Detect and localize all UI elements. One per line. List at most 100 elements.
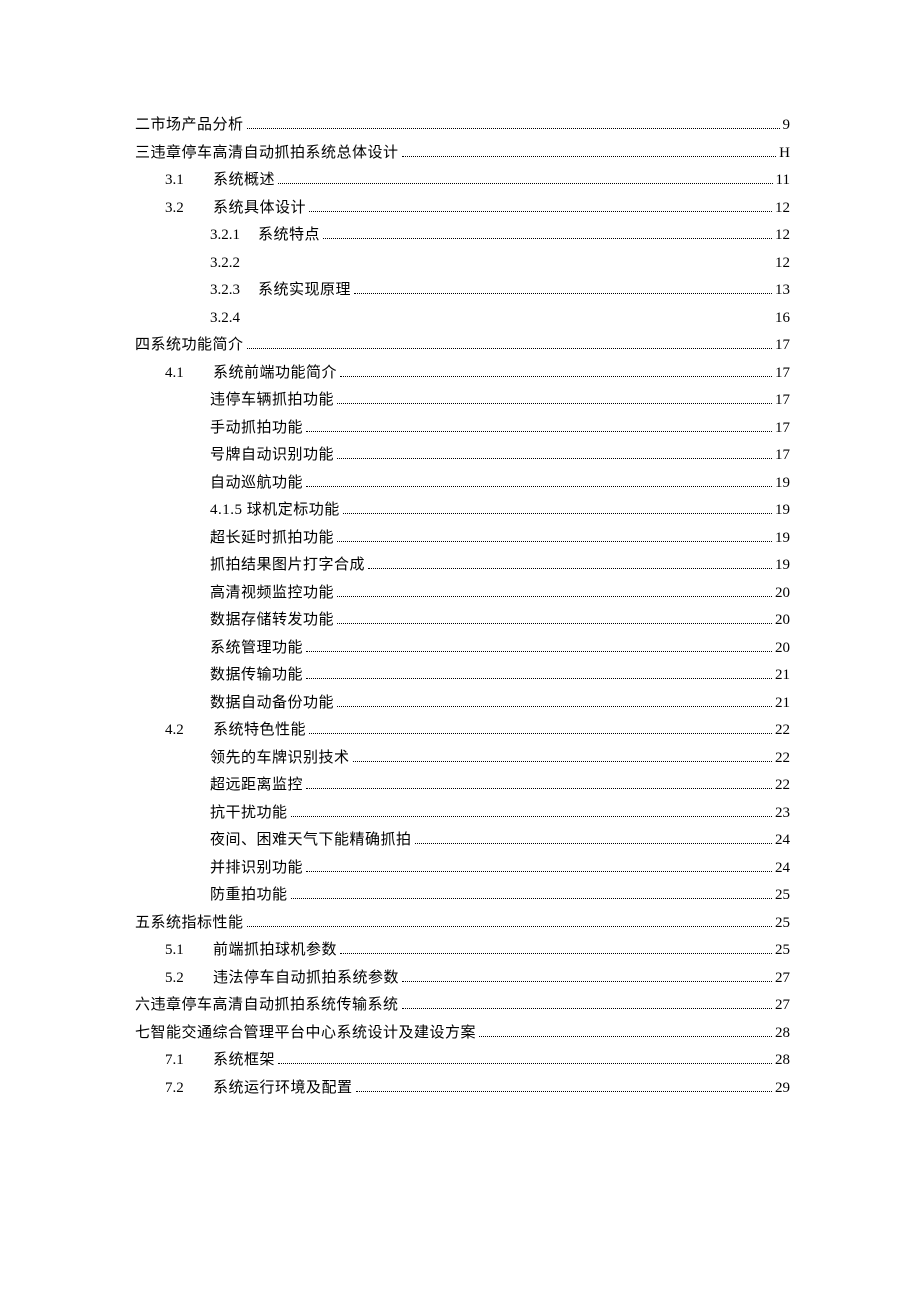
toc-entry[interactable]: 三违章停车高清自动抓拍系统总体设计H [135, 146, 790, 161]
toc-entry-page: 27 [775, 971, 790, 986]
toc-leader-dots [337, 596, 772, 597]
toc-entry-title: 4.1.5 球机定标功能 [210, 503, 340, 518]
toc-entry-page: 20 [775, 641, 790, 656]
toc-entry-page: 17 [775, 366, 790, 381]
toc-entry-title: 抗干扰功能 [210, 806, 288, 821]
toc-entry-page: 25 [775, 943, 790, 958]
toc-entry[interactable]: 3.2.1系统特点12 [135, 228, 790, 243]
toc-entry-page: 13 [775, 283, 790, 298]
toc-entry[interactable]: 违停车辆抓拍功能 17 [135, 393, 790, 408]
toc-entry-page: 19 [775, 531, 790, 546]
toc-entry-page: 17 [775, 393, 790, 408]
toc-entry-number: 3.2.2 [210, 256, 258, 271]
toc-entry-number: 3.1 [165, 173, 213, 188]
toc-entry[interactable]: 5.2违法停车自动抓拍系统参数27 [135, 971, 790, 986]
toc-entry[interactable]: 自动巡航功能19 [135, 476, 790, 491]
toc-entry-title: 数据自动备份功能 [210, 696, 334, 711]
toc-entry[interactable]: 抗干扰功能23 [135, 806, 790, 821]
toc-leader-dots [278, 183, 773, 184]
toc-leader-dots [306, 651, 772, 652]
toc-entry[interactable]: 4.1系统前端功能简介17 [135, 366, 790, 381]
toc-entry-number: 3.2.1 [210, 228, 258, 243]
toc-entry-number: 3.2.4 [210, 311, 258, 326]
toc-entry[interactable]: 数据自动备份功能 21 [135, 696, 790, 711]
toc-leader-dots [247, 128, 780, 129]
toc-entry-page: 22 [775, 751, 790, 766]
toc-entry[interactable]: 4.2系统特色性能22 [135, 723, 790, 738]
toc-leader-dots [415, 843, 772, 844]
toc-entry-number: 4.1 [165, 366, 213, 381]
toc-entry-title: 夜间、困难天气下能精确抓拍 [210, 833, 412, 848]
toc-entry-number: 3.2.3 [210, 283, 258, 298]
toc-entry[interactable]: 超远距离监控22 [135, 778, 790, 793]
toc-leader-dots [309, 211, 772, 212]
toc-entry[interactable]: 手动抓拍功能17 [135, 421, 790, 436]
toc-entry-title: 领先的车牌识别技术 [210, 751, 350, 766]
toc-entry-number: 4.2 [165, 723, 213, 738]
toc-entry[interactable]: 夜间、困难天气下能精确抓拍24 [135, 833, 790, 848]
toc-entry[interactable]: 4.1.5 球机定标功能19 [135, 503, 790, 518]
toc-leader-dots [337, 706, 772, 707]
toc-entry[interactable]: 5.1前端抓拍球机参数25 [135, 943, 790, 958]
toc-entry-page: 24 [775, 861, 790, 876]
toc-entry[interactable]: 数据传输功能21 [135, 668, 790, 683]
toc-entry-title: 系统实现原理 [258, 283, 351, 298]
toc-entry[interactable]: 二市场产品分析9 [135, 118, 790, 133]
toc-entry[interactable]: 7.2系统运行环境及配置29 [135, 1081, 790, 1096]
toc-entry-page: 27 [775, 998, 790, 1013]
toc-entry-page: 19 [775, 476, 790, 491]
toc-entry-title: 违法停车自动抓拍系统参数 [213, 971, 399, 986]
toc-entry-title: 防重拍功能 [210, 888, 288, 903]
toc-leader-dots [402, 1008, 772, 1009]
toc-entry-title: 违停车辆抓拍功能 [210, 393, 334, 408]
toc-entry[interactable]: 高清视频监控功能20 [135, 586, 790, 601]
toc-entry-page: 12 [775, 201, 790, 216]
toc-leader-dots [291, 898, 772, 899]
toc-entry-title: 手动抓拍功能 [210, 421, 303, 436]
toc-entry-number: 7.1 [165, 1053, 213, 1068]
toc-leader-dots [479, 1036, 772, 1037]
toc-leader-dots [337, 458, 772, 459]
toc-entry[interactable]: 数据存储转发功能20 [135, 613, 790, 628]
toc-entry-number: 3.2 [165, 201, 213, 216]
toc-entry[interactable]: 3.2.212 [135, 256, 790, 271]
toc-entry[interactable]: 抓拍结果图片打字合成 19 [135, 558, 790, 573]
toc-entry-title: 三违章停车高清自动抓拍系统总体设计 [135, 146, 399, 161]
toc-entry[interactable]: 超长延时抓拍功能19 [135, 531, 790, 546]
toc-entry[interactable]: 号牌自动识别功能17 [135, 448, 790, 463]
toc-entry-page: 16 [775, 311, 790, 326]
toc-leader-dots [356, 1091, 772, 1092]
toc-entry-page: 22 [775, 723, 790, 738]
toc-entry-page: 28 [775, 1026, 790, 1041]
toc-entry[interactable]: 3.2.3系统实现原理 13 [135, 283, 790, 298]
toc-leader-dots [337, 403, 772, 404]
toc-entry[interactable]: 五系统指标性能25 [135, 916, 790, 931]
toc-leader-dots [337, 541, 772, 542]
toc-entry-page: 28 [775, 1053, 790, 1068]
toc-entry-page: 19 [775, 558, 790, 573]
toc-entry[interactable]: 七智能交通综合管理平台中心系统设计及建设方案28 [135, 1026, 790, 1041]
toc-leader-dots [354, 293, 772, 294]
toc-entry-title: 并排识别功能 [210, 861, 303, 876]
toc-leader-dots [291, 816, 772, 817]
toc-entry-page: 17 [775, 448, 790, 463]
toc-entry-title: 抓拍结果图片打字合成 [210, 558, 365, 573]
toc-entry-page: 25 [775, 888, 790, 903]
toc-entry[interactable]: 3.2.4 16 [135, 311, 790, 326]
toc-entry-page: 22 [775, 778, 790, 793]
toc-page: 二市场产品分析9三违章停车高清自动抓拍系统总体设计H3.1系统概述113.2系统… [0, 0, 920, 1301]
toc-entry[interactable]: 并排识别功能 24 [135, 861, 790, 876]
toc-leader-dots [247, 348, 772, 349]
toc-entry-page: 21 [775, 696, 790, 711]
toc-entry[interactable]: 领先的车牌识别技术 22 [135, 751, 790, 766]
toc-entry-title: 系统管理功能 [210, 641, 303, 656]
toc-entry[interactable]: 3.1系统概述11 [135, 173, 790, 188]
toc-entry[interactable]: 系统管理功能 20 [135, 641, 790, 656]
toc-entry[interactable]: 3.2系统具体设计12 [135, 201, 790, 216]
toc-entry[interactable]: 六违章停车高清自动抓拍系统传输系统27 [135, 998, 790, 1013]
toc-entry[interactable]: 四系统功能简介17 [135, 338, 790, 353]
toc-entry[interactable]: 防重拍功能 25 [135, 888, 790, 903]
toc-leader-dots [247, 926, 772, 927]
toc-entry-title: 前端抓拍球机参数 [213, 943, 337, 958]
toc-entry[interactable]: 7.1系统框架28 [135, 1053, 790, 1068]
